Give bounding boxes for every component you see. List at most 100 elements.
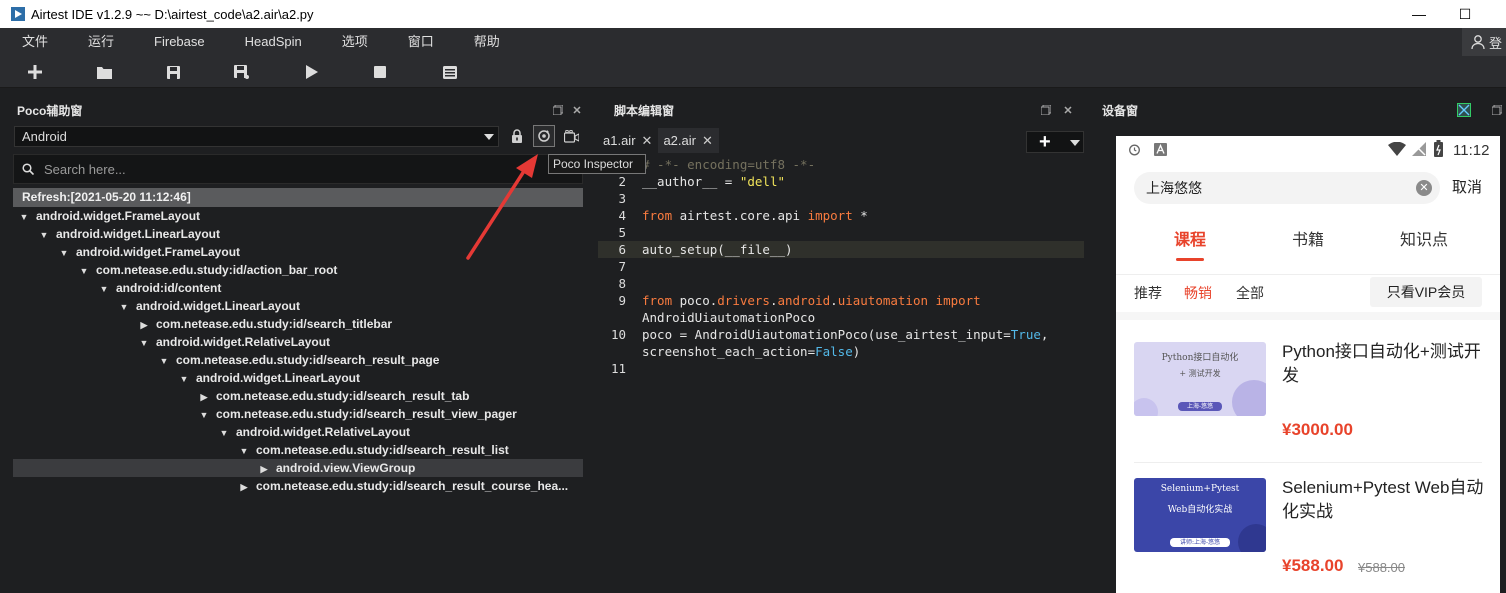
save-as-button[interactable]	[232, 63, 250, 81]
poco-search-input[interactable]	[44, 161, 524, 177]
filter-bestselling[interactable]: 畅销	[1184, 283, 1212, 303]
float-panel-icon[interactable]	[1039, 103, 1053, 117]
expand-arrow-icon[interactable]: ▼	[97, 280, 111, 298]
code-line[interactable]: 10 poco = AndroidUiautomationPoco(use_air…	[598, 326, 1084, 343]
window-title: Airtest IDE v1.2.9 ~~ D:\airtest_code\a2…	[31, 6, 314, 22]
platform-select[interactable]: Android	[14, 126, 499, 147]
close-icon[interactable]: ✕	[702, 128, 713, 153]
poco-inspector-button[interactable]	[533, 125, 555, 147]
code-area[interactable]: 1# -*- encoding=utf8 -*-2 __author__ = "d…	[598, 156, 1084, 377]
tab-a2-air[interactable]: a2.air ✕	[658, 128, 719, 153]
open-button[interactable]	[95, 63, 113, 81]
tree-node[interactable]: ▼ android.widget.RelativeLayout	[13, 423, 583, 441]
menu-headspin[interactable]: HeadSpin	[223, 28, 320, 56]
course-title: Python接口自动化+测试开发	[1282, 342, 1481, 385]
code-line[interactable]: 9 from poco.drivers.android.uiautomation …	[598, 292, 1084, 309]
code-line[interactable]: 6 auto_setup(__file__)	[598, 241, 1084, 258]
tree-node[interactable]: ▼ com.netease.edu.study:id/search_result_…	[13, 441, 583, 459]
user-login-button[interactable]: 登	[1462, 28, 1506, 56]
course-card[interactable]: Selenium+Pytest Web自动化实战 讲师:上海-悠悠 Seleni…	[1116, 468, 1500, 593]
insert-command-button[interactable]: +	[1026, 131, 1084, 153]
expand-arrow-icon[interactable]: ▼	[157, 352, 171, 370]
log-button[interactable]	[441, 63, 459, 81]
device-tools-icon[interactable]	[1457, 103, 1471, 117]
tab-courses[interactable]: 课程	[1174, 226, 1206, 250]
airtest-app-icon	[11, 7, 25, 21]
float-panel-icon[interactable]	[1490, 103, 1504, 117]
tree-node[interactable]: ▶ android.view.ViewGroup	[13, 459, 583, 477]
device-screen[interactable]: 11:12 上海悠悠 ✕ 取消 课程 书籍 知识点 推荐 畅销 全部 只看VIP…	[1116, 136, 1500, 593]
tab-knowledge[interactable]: 知识点	[1400, 226, 1448, 250]
maximize-button[interactable]: ☐	[1442, 0, 1488, 28]
code-line[interactable]: AndroidUiautomationPoco	[598, 309, 1084, 326]
minimize-button[interactable]: —	[1396, 0, 1442, 28]
tree-node[interactable]: ▶ com.netease.edu.study:id/search_result_…	[13, 477, 583, 495]
menu-run[interactable]: 运行	[66, 28, 132, 56]
collapse-arrow-icon[interactable]: ▶	[257, 460, 271, 478]
code-line[interactable]: 1# -*- encoding=utf8 -*-	[598, 156, 1084, 173]
new-script-button[interactable]	[26, 63, 44, 81]
record-button[interactable]	[560, 125, 582, 147]
run-button[interactable]	[303, 63, 321, 81]
app-notification-icon	[1154, 143, 1167, 156]
code-line[interactable]: 4 from airtest.core.api import *	[598, 207, 1084, 224]
close-panel-icon[interactable]: ✕	[570, 103, 584, 117]
code-line[interactable]: screenshot_each_action=False)	[598, 343, 1084, 360]
collapse-arrow-icon[interactable]: ▶	[197, 388, 211, 406]
vip-only-button[interactable]: 只看VIP会员	[1370, 277, 1482, 307]
menu-help[interactable]: 帮助	[452, 28, 518, 56]
menu-window[interactable]: 窗口	[386, 28, 452, 56]
thumb-line-1: Selenium+Pytest	[1160, 484, 1240, 494]
expand-arrow-icon[interactable]: ▼	[77, 262, 91, 280]
tree-node[interactable]: ▼ android.widget.RelativeLayout	[13, 333, 583, 351]
course-separator	[1134, 462, 1482, 463]
line-code: screenshot_each_action=False)	[642, 344, 861, 359]
code-line[interactable]: 8	[598, 275, 1084, 292]
code-line[interactable]: 2 __author__ = "dell"	[598, 173, 1084, 190]
lock-button[interactable]	[506, 125, 528, 147]
tree-node[interactable]: ▶ com.netease.edu.study:id/search_result_…	[13, 387, 583, 405]
tree-node[interactable]: ▼ android.widget.LinearLayout	[13, 369, 583, 387]
expand-arrow-icon[interactable]: ▼	[217, 424, 231, 442]
expand-arrow-icon[interactable]: ▼	[37, 226, 51, 244]
expand-arrow-icon[interactable]: ▼	[17, 208, 31, 226]
code-line[interactable]: 11	[598, 360, 1084, 377]
stop-button[interactable]	[371, 63, 389, 81]
expand-arrow-icon[interactable]: ▼	[57, 244, 71, 262]
code-line[interactable]: 5	[598, 224, 1084, 241]
tab-books[interactable]: 书籍	[1292, 226, 1324, 250]
code-line[interactable]: 3	[598, 190, 1084, 207]
tree-node[interactable]: ▼ com.netease.edu.study:id/action_bar_roo…	[13, 261, 583, 279]
menu-options[interactable]: 选项	[320, 28, 386, 56]
tree-node[interactable]: ▼ android.widget.LinearLayout	[13, 297, 583, 315]
collapse-arrow-icon[interactable]: ▶	[237, 478, 251, 496]
folder-icon	[96, 66, 112, 79]
save-button[interactable]	[164, 63, 182, 81]
expand-arrow-icon[interactable]: ▼	[117, 298, 131, 316]
tree-node[interactable]: ▶ com.netease.edu.study:id/search_titleba…	[13, 315, 583, 333]
expand-arrow-icon[interactable]: ▼	[177, 370, 191, 388]
course-card[interactable]: Python接口自动化 + 测试开发 上海-悠悠 Python接口自动化+测试开…	[1116, 332, 1500, 462]
tree-node[interactable]: ▼ com.netease.edu.study:id/search_result_…	[13, 351, 583, 369]
expand-arrow-icon[interactable]: ▼	[137, 334, 151, 352]
close-panel-icon[interactable]: ✕	[1061, 103, 1075, 117]
tree-node[interactable]: ▼ com.netease.edu.study:id/search_result_…	[13, 405, 583, 423]
expand-arrow-icon[interactable]: ▼	[197, 406, 211, 424]
script-editor-panel: 脚本编辑窗 ✕ a1.air ✕ a2.air ✕ + 1# -*- encod…	[598, 90, 1084, 593]
cancel-button[interactable]: 取消	[1452, 176, 1482, 197]
app-search-field[interactable]: 上海悠悠 ✕	[1134, 172, 1440, 204]
expand-arrow-icon[interactable]: ▼	[237, 442, 251, 460]
tree-node[interactable]: ▼ android:id/content	[13, 279, 583, 297]
filter-recommended[interactable]: 推荐	[1134, 283, 1162, 303]
collapse-arrow-icon[interactable]: ▶	[137, 316, 151, 334]
clear-search-icon[interactable]: ✕	[1416, 180, 1432, 196]
device-panel: 设备窗 11:12 上海悠悠 ✕ 取消 课程 书籍 知识点 推荐 畅销 全部 只…	[1086, 90, 1506, 593]
menu-firebase[interactable]: Firebase	[132, 28, 223, 56]
filter-all[interactable]: 全部	[1236, 283, 1264, 303]
close-icon[interactable]: ✕	[642, 128, 653, 153]
menu-file[interactable]: 文件	[0, 28, 66, 56]
tree-node-label: com.netease.edu.study:id/search_result_t…	[216, 389, 470, 403]
code-line[interactable]: 7	[598, 258, 1084, 275]
tab-a1-air[interactable]: a1.air ✕	[598, 128, 658, 153]
float-panel-icon[interactable]	[551, 103, 565, 117]
